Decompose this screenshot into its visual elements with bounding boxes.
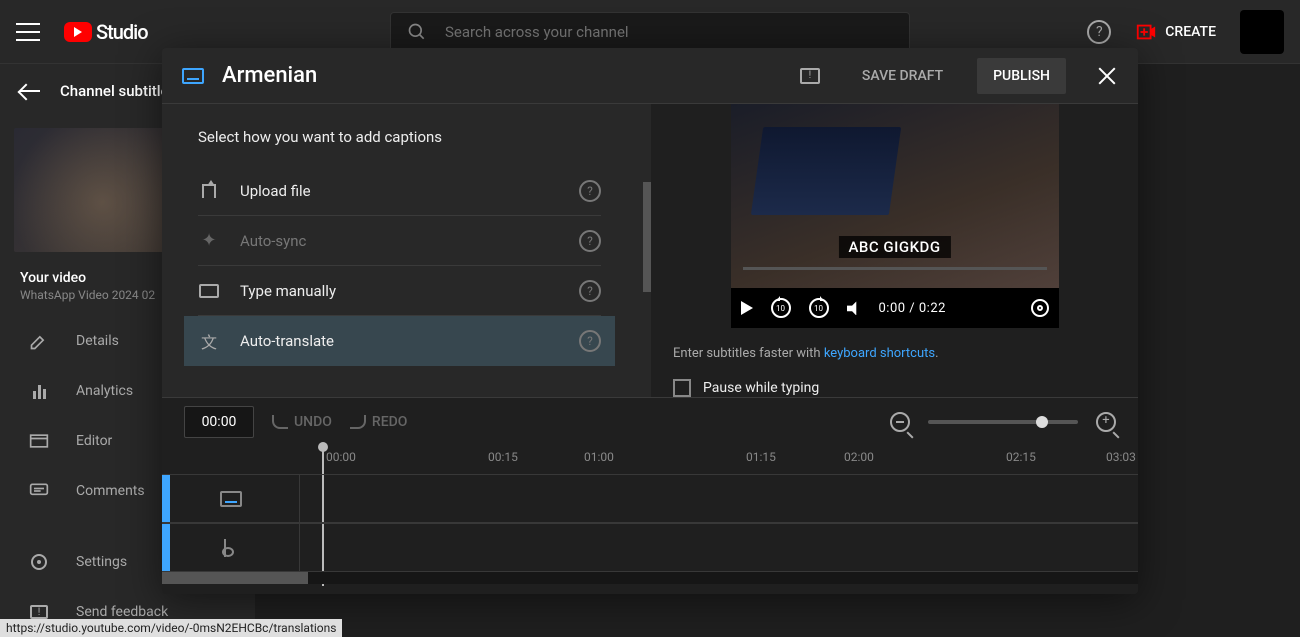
studio-logo[interactable]: Studio — [64, 20, 148, 44]
gear-icon — [28, 551, 50, 573]
youtube-icon — [64, 22, 92, 42]
ruler-tick: 01:00 — [584, 450, 614, 464]
logo-text: Studio — [96, 20, 148, 44]
ruler-tick: 02:15 — [1006, 450, 1036, 464]
ruler-tick: 03:03 — [1106, 450, 1136, 464]
time-input[interactable]: 00:00 — [184, 406, 254, 438]
help-icon[interactable]: ? — [579, 180, 601, 202]
caption-overlay: ABC GIGKDG — [838, 236, 950, 258]
keyboard-shortcuts-hint: Enter subtitles faster with keyboard sho… — [673, 346, 939, 361]
ruler-tick: 00:15 — [488, 450, 518, 464]
rewind-10-button[interactable]: 10 — [771, 298, 791, 318]
undo-button[interactable]: UNDO — [272, 414, 332, 430]
back-arrow-icon — [20, 90, 40, 92]
keyboard-shortcuts-link[interactable]: keyboard shortcuts — [824, 346, 935, 361]
option-auto-sync: ✦ Auto-sync ? — [198, 216, 601, 266]
option-type-manually[interactable]: Type manually ? — [198, 266, 601, 316]
search-box[interactable] — [390, 12, 910, 52]
undo-icon — [272, 415, 288, 429]
translate-icon: 文 — [198, 330, 220, 352]
pause-while-typing-checkbox[interactable]: Pause while typing — [673, 379, 819, 397]
captions-track-icon — [220, 491, 242, 507]
keyboard-icon — [198, 280, 220, 302]
create-button[interactable]: CREATE — [1135, 21, 1216, 43]
modal-title: Armenian — [222, 63, 782, 88]
ruler-tick: 02:00 — [844, 450, 874, 464]
account-avatar[interactable] — [1240, 10, 1284, 54]
timeline-ruler[interactable]: 00:00 00:15 01:00 01:15 02:00 02:15 03:03 — [322, 446, 1138, 474]
progress-bar[interactable] — [743, 267, 1047, 270]
video-time: 0:00 / 0:22 — [879, 301, 946, 316]
back-label: Channel subtitles — [60, 82, 176, 100]
create-label: CREATE — [1165, 24, 1216, 40]
ruler-tick: 00:00 — [326, 450, 356, 464]
forward-10-button[interactable]: 10 — [809, 298, 829, 318]
audio-track[interactable] — [162, 523, 1138, 572]
status-bar-url: https://studio.youtube.com/video/-0msN2E… — [0, 619, 342, 637]
option-auto-translate[interactable]: 文 Auto-translate ? — [184, 316, 615, 366]
help-icon[interactable]: ? — [579, 230, 601, 252]
search-input[interactable] — [445, 23, 893, 41]
details-icon — [28, 330, 50, 352]
ruler-tick: 01:15 — [746, 450, 776, 464]
autosync-icon: ✦ — [198, 230, 220, 252]
modal-feedback-icon[interactable]: ! — [800, 68, 820, 84]
video-settings-icon[interactable] — [1031, 299, 1049, 317]
volume-icon[interactable] — [847, 301, 861, 315]
horizontal-scrollbar[interactable] — [162, 572, 1138, 584]
analytics-icon — [28, 380, 50, 402]
redo-icon — [350, 415, 366, 429]
redo-button[interactable]: REDO — [350, 414, 408, 430]
caption-track[interactable] — [162, 474, 1138, 523]
zoom-in-button[interactable] — [1096, 412, 1116, 432]
editor-icon — [28, 430, 50, 452]
captions-icon — [182, 68, 204, 84]
search-icon — [407, 22, 427, 42]
audio-track-icon — [224, 539, 238, 557]
subtitle-editor-modal: Armenian ! SAVE DRAFT PUBLISH Select how… — [162, 48, 1138, 594]
zoom-slider[interactable] — [928, 420, 1078, 424]
video-preview[interactable]: ABC GIGKDG — [731, 104, 1059, 288]
help-icon[interactable]: ? — [579, 280, 601, 302]
scrollbar[interactable] — [643, 182, 651, 292]
play-button[interactable] — [741, 301, 753, 315]
checkbox-icon — [673, 379, 691, 397]
close-icon[interactable] — [1096, 65, 1118, 87]
help-icon[interactable]: ? — [1087, 20, 1111, 44]
create-icon — [1135, 21, 1157, 43]
comments-icon — [28, 480, 50, 502]
zoom-out-button[interactable] — [890, 412, 910, 432]
upload-icon — [198, 180, 220, 202]
publish-button[interactable]: PUBLISH — [977, 58, 1066, 94]
hamburger-menu[interactable] — [16, 23, 40, 41]
save-draft-button[interactable]: SAVE DRAFT — [846, 58, 959, 94]
option-upload-file[interactable]: Upload file ? — [198, 166, 601, 216]
caption-prompt: Select how you want to add captions — [162, 104, 651, 166]
